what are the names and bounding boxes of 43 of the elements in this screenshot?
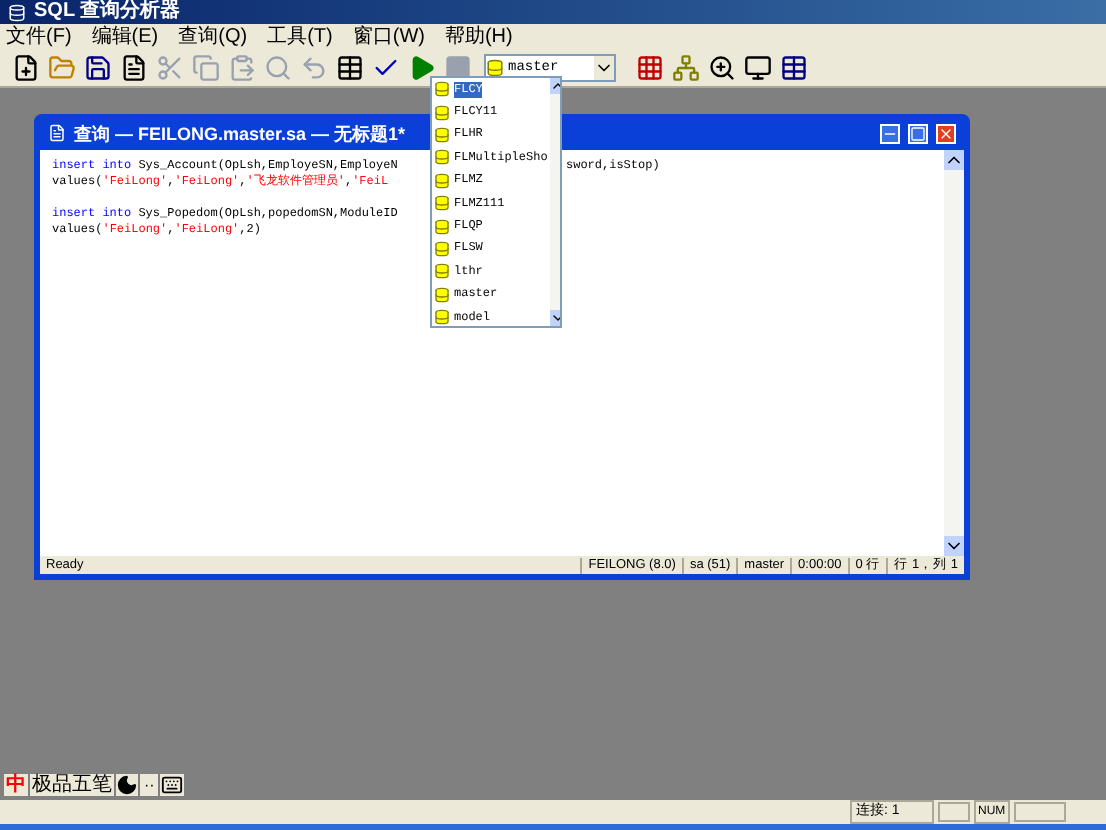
database-icon xyxy=(486,57,504,77)
database-icon xyxy=(434,308,450,326)
menu-item[interactable]: 文件(F) xyxy=(6,25,72,47)
database-icon xyxy=(434,125,450,144)
database-icon xyxy=(434,239,450,258)
document-icon[interactable] xyxy=(120,53,148,81)
app-icon xyxy=(8,3,26,21)
query-window-title: 查询 — FEILONG.master.sa — 无标题1* xyxy=(74,121,406,145)
database-icon xyxy=(434,217,450,236)
database-icon xyxy=(434,171,450,190)
monitor-icon[interactable] xyxy=(744,53,772,81)
database-icon xyxy=(434,194,450,213)
query-icon xyxy=(48,124,66,142)
scroll-down-icon[interactable] xyxy=(944,536,964,556)
database-icon xyxy=(434,262,450,281)
table-icon[interactable] xyxy=(336,53,364,81)
window-grid-icon[interactable] xyxy=(780,53,808,81)
punctuation-toggle[interactable]: ·· xyxy=(138,774,161,796)
stop-icon[interactable] xyxy=(444,53,472,81)
moon-icon[interactable] xyxy=(116,774,138,796)
database-icon xyxy=(434,103,450,122)
database-icon xyxy=(434,285,450,304)
keyboard-icon[interactable] xyxy=(160,774,185,796)
zoom-icon[interactable] xyxy=(708,53,736,81)
ime-name[interactable]: 极品五笔 xyxy=(28,774,116,796)
grid-icon[interactable] xyxy=(636,53,664,81)
scroll-up-icon[interactable] xyxy=(944,150,964,170)
status-panel xyxy=(1014,802,1066,822)
menu-item[interactable]: 窗口(W) xyxy=(352,25,425,47)
maximize-icon[interactable] xyxy=(908,123,928,143)
save-icon[interactable] xyxy=(84,53,112,81)
menu-item[interactable]: 编辑(E) xyxy=(91,25,159,47)
database-icon xyxy=(434,148,450,167)
new-file-icon[interactable] xyxy=(12,53,40,81)
close-icon[interactable] xyxy=(936,123,956,143)
menu-item[interactable]: 查询(Q) xyxy=(178,25,248,47)
status-panel xyxy=(938,802,970,822)
minimize-icon[interactable] xyxy=(880,123,900,143)
scrollbar[interactable] xyxy=(944,150,964,556)
run-icon[interactable] xyxy=(408,53,436,81)
database-icon xyxy=(434,80,450,99)
menu-item[interactable]: 工具(T) xyxy=(267,25,333,47)
menu-item[interactable]: 帮助(H) xyxy=(444,25,513,47)
